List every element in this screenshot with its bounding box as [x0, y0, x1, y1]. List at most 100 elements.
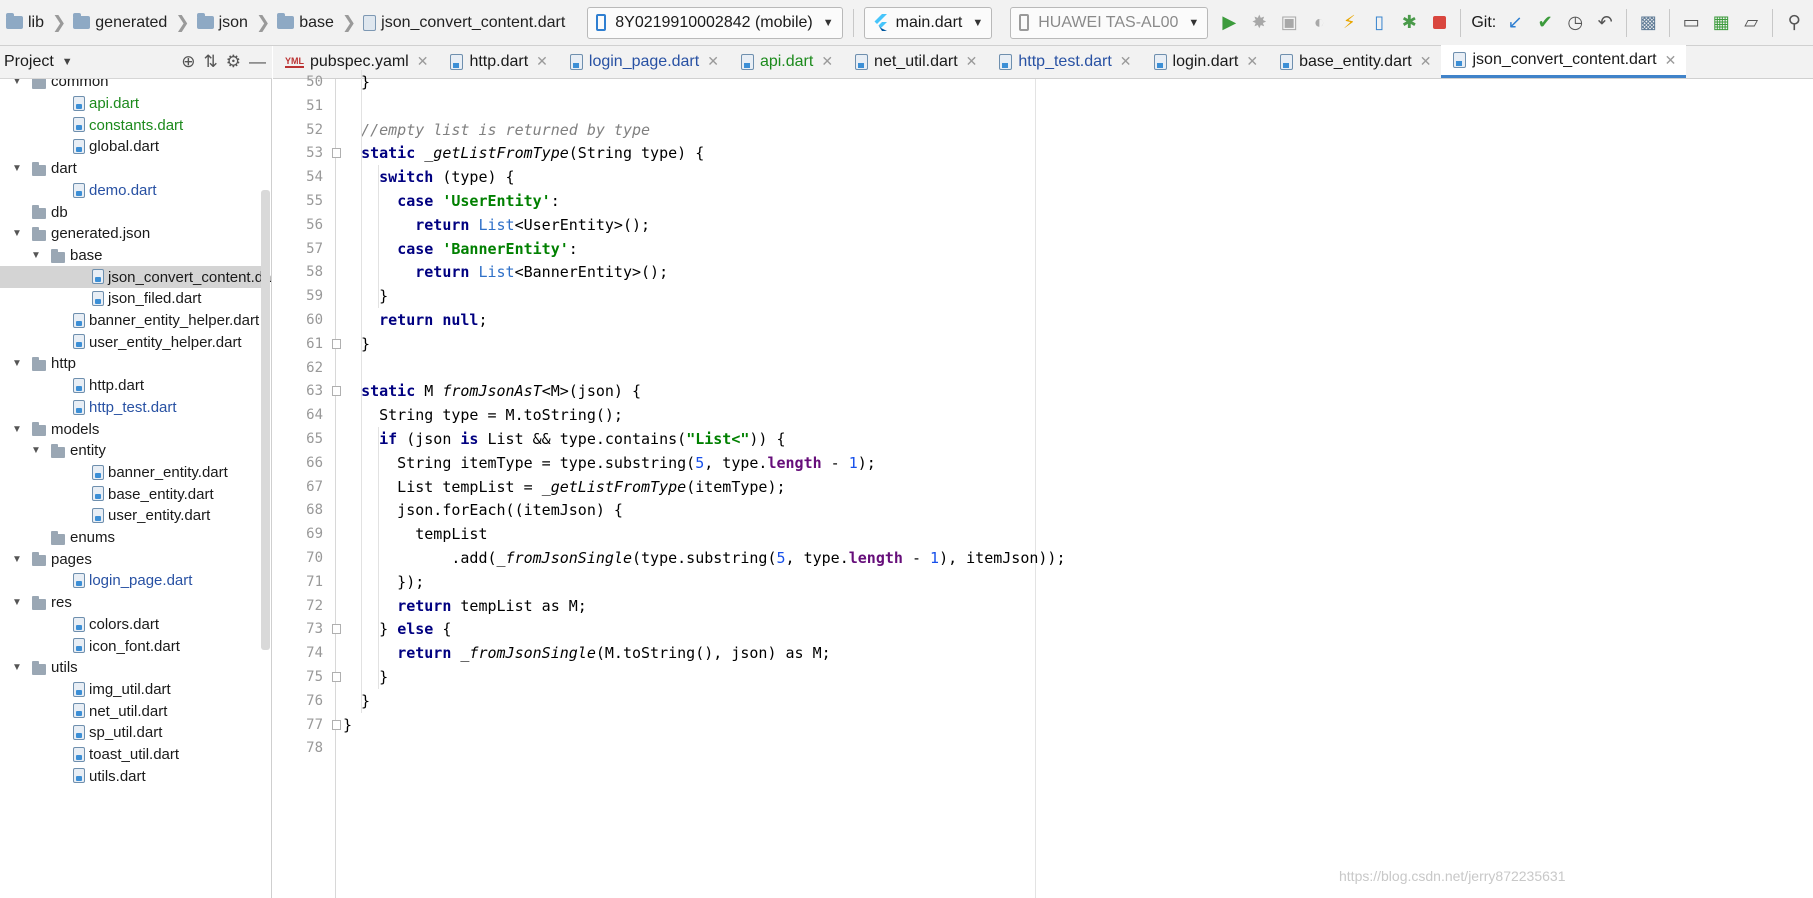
- tree-folder[interactable]: ▼ dart: [0, 158, 262, 180]
- tree-file[interactable]: constants.dart: [0, 114, 262, 136]
- fold-marker-icon[interactable]: [332, 148, 341, 159]
- breadcrumb-generated[interactable]: generated: [73, 0, 167, 46]
- tree-file[interactable]: banner_entity_helper.dart: [0, 310, 262, 332]
- device-icon[interactable]: ▯: [1364, 8, 1394, 38]
- project-view-selector[interactable]: Project: [4, 53, 54, 71]
- expand-arrow-icon[interactable]: ▼: [12, 554, 22, 565]
- breadcrumb-file[interactable]: json_convert_content.dart: [363, 0, 565, 46]
- tree-folder[interactable]: ▼ utils: [0, 657, 262, 679]
- tree-file[interactable]: icon_font.dart: [0, 635, 262, 657]
- stop-debug-icon[interactable]: ✱: [1394, 8, 1424, 38]
- tree-file[interactable]: demo.dart: [0, 180, 262, 202]
- tree-folder[interactable]: ▼ entity: [0, 440, 262, 462]
- expand-arrow-icon[interactable]: ▼: [12, 662, 22, 673]
- attach-icon[interactable]: ◐: [1304, 8, 1334, 38]
- close-icon[interactable]: ✕: [707, 53, 719, 70]
- fold-marker-icon[interactable]: [332, 338, 341, 349]
- stop-icon[interactable]: [1424, 8, 1454, 38]
- close-icon[interactable]: ✕: [1246, 53, 1258, 70]
- tree-folder[interactable]: ▼ models: [0, 418, 262, 440]
- tree-file[interactable]: http.dart: [0, 375, 262, 397]
- editor-tab[interactable]: http_test.dart ✕: [987, 45, 1141, 78]
- tree-file[interactable]: api.dart: [0, 93, 262, 115]
- tree-folder[interactable]: ▼ pages: [0, 548, 262, 570]
- expand-arrow-icon[interactable]: ▼: [12, 163, 22, 174]
- close-icon[interactable]: ✕: [536, 53, 548, 70]
- tree-folder[interactable]: ▼ base: [0, 245, 262, 267]
- tree-folder[interactable]: ▶enums: [0, 527, 262, 549]
- editor-tab[interactable]: http.dart ✕: [438, 45, 557, 78]
- close-icon[interactable]: ✕: [1420, 53, 1432, 70]
- tree-folder[interactable]: ▶db: [0, 201, 262, 223]
- breadcrumb-base[interactable]: base: [277, 0, 334, 46]
- vcs-update-icon[interactable]: ↙: [1500, 8, 1530, 38]
- expand-arrow-icon[interactable]: ▼: [12, 597, 22, 608]
- tree-file[interactable]: utils.dart: [0, 765, 262, 787]
- close-icon[interactable]: ✕: [1120, 53, 1132, 70]
- expand-arrow-icon[interactable]: ▼: [31, 250, 41, 261]
- expand-arrow-icon[interactable]: ▼: [12, 358, 22, 369]
- hot-reload-icon[interactable]: ⚡: [1334, 8, 1364, 38]
- close-icon[interactable]: ✕: [821, 53, 833, 70]
- close-icon[interactable]: ✕: [417, 53, 429, 70]
- editor-tab[interactable]: login_page.dart ✕: [558, 45, 729, 78]
- tree-file[interactable]: global.dart: [0, 136, 262, 158]
- tree-folder[interactable]: ▼ common: [0, 79, 262, 93]
- tree-file[interactable]: base_entity.dart: [0, 483, 262, 505]
- editor-tab[interactable]: api.dart ✕: [729, 45, 843, 78]
- expand-arrow-icon[interactable]: ▼: [12, 79, 22, 87]
- tree-file[interactable]: user_entity_helper.dart: [0, 331, 262, 353]
- history-icon[interactable]: ◷: [1560, 8, 1590, 38]
- tree-scrollbar[interactable]: [261, 190, 270, 650]
- vcs-commit-icon[interactable]: ✔: [1530, 8, 1560, 38]
- tree-file[interactable]: img_util.dart: [0, 679, 262, 701]
- fold-marker-icon[interactable]: [332, 719, 341, 730]
- tree-file[interactable]: http_test.dart: [0, 397, 262, 419]
- line-number: 58: [306, 264, 323, 281]
- expand-arrow-icon[interactable]: ▼: [12, 424, 22, 435]
- close-icon[interactable]: ✕: [1665, 52, 1677, 69]
- tree-file[interactable]: banner_entity.dart: [0, 462, 262, 484]
- sdk-icon[interactable]: ▱: [1736, 8, 1766, 38]
- target-device-selector[interactable]: HUAWEI TAS-AL00 ▼: [1010, 6, 1209, 39]
- fold-marker-icon[interactable]: [332, 624, 341, 635]
- fold-marker-icon[interactable]: [332, 386, 341, 397]
- avd-icon[interactable]: ▦: [1706, 8, 1736, 38]
- gear-icon[interactable]: ⚙: [226, 52, 241, 72]
- profile-icon[interactable]: ▣: [1274, 8, 1304, 38]
- breadcrumb-json[interactable]: json: [196, 0, 248, 46]
- breadcrumb-lib[interactable]: lib: [0, 0, 44, 46]
- tree-file[interactable]: net_util.dart: [0, 700, 262, 722]
- project-structure-icon[interactable]: ▩: [1633, 8, 1663, 38]
- caret-down-icon[interactable]: ▼: [62, 56, 73, 68]
- tree-folder[interactable]: ▼ http: [0, 353, 262, 375]
- expand-arrow-icon[interactable]: ▼: [31, 445, 41, 456]
- tree-file[interactable]: user_entity.dart: [0, 505, 262, 527]
- editor-tab[interactable]: base_entity.dart ✕: [1268, 45, 1441, 78]
- locate-icon[interactable]: ⊕: [181, 52, 195, 72]
- hide-icon[interactable]: —: [249, 52, 266, 72]
- tree-file[interactable]: sp_util.dart: [0, 722, 262, 744]
- terminal-icon[interactable]: ▭: [1676, 8, 1706, 38]
- tree-file[interactable]: toast_util.dart: [0, 744, 262, 766]
- tree-file[interactable]: json_filed.dart: [0, 288, 262, 310]
- run-config-selector[interactable]: main.dart ▼: [863, 6, 993, 39]
- editor-tab[interactable]: json_convert_content.dart ✕: [1441, 45, 1687, 78]
- collapse-all-icon[interactable]: ⇅: [204, 52, 218, 72]
- editor-tab[interactable]: net_util.dart ✕: [843, 45, 987, 78]
- fold-marker-icon[interactable]: [332, 672, 341, 682]
- search-icon[interactable]: ⚲: [1779, 8, 1809, 38]
- tree-file[interactable]: json_convert_content.dart: [0, 266, 271, 288]
- expand-arrow-icon[interactable]: ▼: [12, 228, 22, 239]
- device-selector[interactable]: 8Y0219910002842 (mobile) ▼: [587, 6, 843, 39]
- tree-folder[interactable]: ▼ res: [0, 592, 262, 614]
- close-icon[interactable]: ✕: [966, 53, 978, 70]
- line-number: 55: [306, 193, 323, 209]
- tree-file[interactable]: colors.dart: [0, 614, 262, 636]
- revert-icon[interactable]: ↶: [1590, 8, 1620, 38]
- tree-file[interactable]: login_page.dart: [0, 570, 262, 592]
- debug-icon[interactable]: ✸: [1244, 8, 1274, 38]
- tree-folder[interactable]: ▼ generated.json: [0, 223, 262, 245]
- run-icon[interactable]: ▶: [1214, 8, 1244, 38]
- editor-tab[interactable]: login.dart ✕: [1142, 45, 1269, 78]
